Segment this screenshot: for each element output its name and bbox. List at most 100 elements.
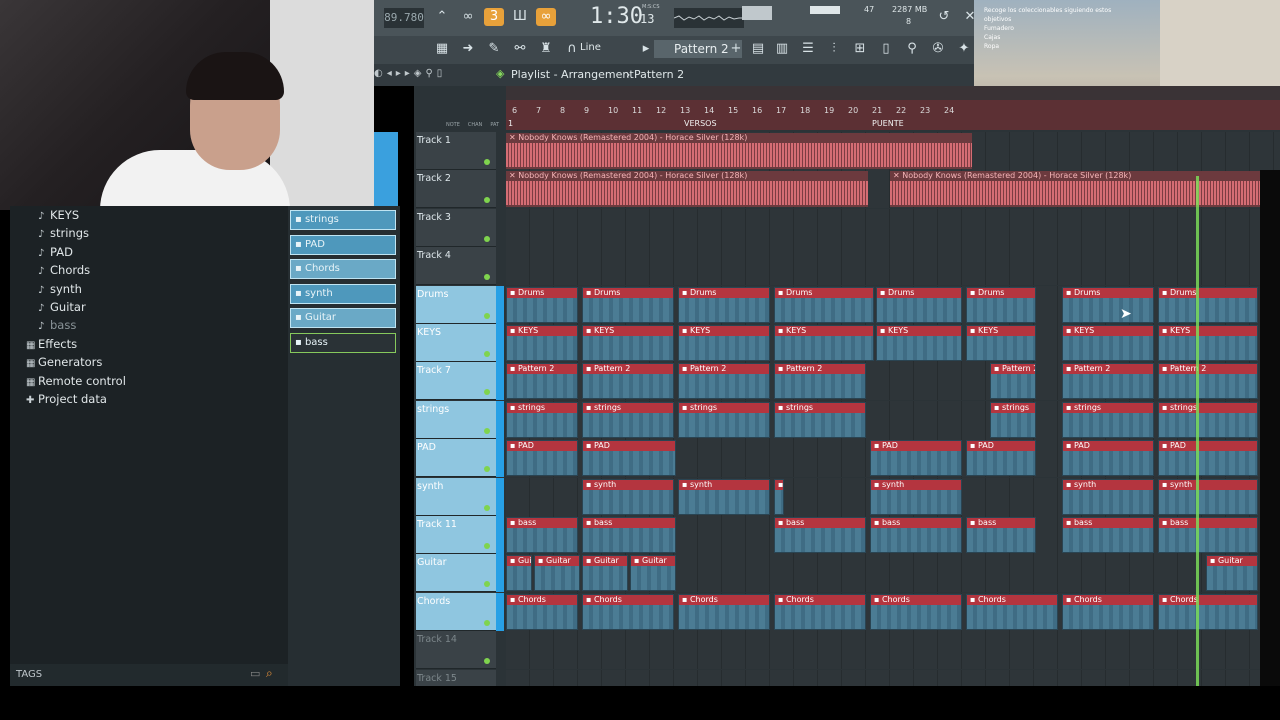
pattern-clip[interactable]: ▪ KEYS	[506, 325, 578, 361]
pattern-clip[interactable]: ▪ PAD	[506, 440, 578, 477]
track-enable-led[interactable]	[484, 197, 490, 204]
pattern-clip[interactable]: ▪ bass	[506, 517, 578, 553]
picker-item[interactable]: ▪ Guitar	[290, 308, 396, 329]
add-pattern-icon[interactable]: +	[726, 40, 746, 58]
pattern-clip[interactable]: ▪ synth	[1158, 478, 1258, 515]
link-icon[interactable]: ⚯	[510, 40, 530, 58]
pattern-clip[interactable]: ▪ bass	[1158, 517, 1258, 553]
picker-item[interactable]: ▪ PAD	[290, 234, 396, 255]
pattern-clip[interactable]: ▪ Pattern 2	[678, 363, 770, 400]
track-header[interactable]: synth	[416, 477, 496, 516]
pattern-clip[interactable]: ▪ KEYS	[582, 325, 674, 361]
track-lane[interactable]	[506, 208, 1280, 247]
timeline-ruler[interactable]: 6 7 8 9 10 11 12 13 14 15 16 17 18 19 20 21 22 23 24 1 VERSO…	[506, 86, 1280, 130]
track-lane[interactable]	[506, 631, 1280, 670]
playhead[interactable]	[1196, 176, 1199, 686]
pattern-clip[interactable]: ▪ bass	[966, 517, 1036, 553]
pattern-clip[interactable]: ▪ Drums	[876, 286, 962, 323]
pattern-clip[interactable]: ▪ Drums	[774, 286, 874, 323]
stamp-icon[interactable]: ♜	[536, 40, 556, 58]
track-header[interactable]: strings	[416, 400, 496, 439]
audio-clip[interactable]: ✕ Nobody Knows (Remastered 2004) - Horac…	[890, 171, 1272, 208]
pattern-clip[interactable]: ▪ Guitar	[534, 555, 580, 592]
track-lane[interactable]	[506, 669, 1280, 686]
pattern-clip[interactable]: ▪ Drums	[966, 286, 1036, 323]
wait-icon[interactable]: ∞	[458, 8, 478, 26]
pattern-clip[interactable]: ▪ strings	[1158, 401, 1258, 438]
metronome-icon[interactable]: ⌃	[432, 8, 452, 26]
pattern-clip[interactable]: ▪ synth	[582, 478, 674, 515]
pattern-clip[interactable]: ▪ Chords	[966, 593, 1058, 630]
track-enable-led[interactable]	[484, 427, 490, 434]
track-enable-led[interactable]	[484, 351, 490, 357]
track-enable-led[interactable]	[484, 235, 490, 242]
browser-item[interactable]: ▦ Remote control	[26, 374, 126, 392]
track-header[interactable]: Track 2	[416, 170, 496, 209]
pattern-clip[interactable]: ▪ Guitar	[582, 555, 628, 592]
browser-item[interactable]: ✚ Project data	[26, 392, 107, 410]
track-header[interactable]: KEYS	[416, 324, 496, 362]
pencil-icon[interactable]: ✎	[484, 40, 504, 58]
picker-item[interactable]: ▪ synth	[290, 283, 396, 304]
pattern-clip[interactable]: ▪ Pattern 2	[1158, 363, 1258, 400]
audio-clip[interactable]: ✕ Nobody Knows (Remastered 2004) - Horac…	[506, 133, 972, 169]
pattern-clip[interactable]: ▪ strings	[990, 401, 1036, 438]
browser-item[interactable]: ♪ bass	[38, 318, 76, 336]
pattern-clip[interactable]: ▪ Guitar	[630, 555, 676, 592]
track-header[interactable]: Track 11	[416, 516, 496, 554]
clipboard-icon[interactable]: ▯	[876, 40, 896, 58]
window-controls-icon[interactable]: ◐◂▸▸◈⚲▯	[374, 68, 446, 79]
playlist-view-icon[interactable]: ▦	[432, 40, 452, 58]
track-header[interactable]: Drums	[416, 285, 496, 324]
pattern-clip[interactable]: ▪ synth	[774, 478, 784, 515]
pattern-clip[interactable]: ▪ Pattern 2	[582, 363, 674, 400]
track-enable-led[interactable]	[484, 619, 490, 626]
pattern-clip[interactable]: ▪ bass	[774, 517, 866, 553]
picker-item[interactable]: ▪ Chords	[290, 259, 396, 280]
browser-item[interactable]: ♪ PAD	[38, 245, 73, 263]
browser-item[interactable]: ♪ strings	[38, 226, 89, 244]
pattern-clip[interactable]: ▪ Chords	[1158, 593, 1258, 630]
pattern-clip[interactable]: ▪ Drums	[1158, 286, 1258, 323]
track-enable-led[interactable]	[484, 466, 490, 473]
piano-roll-icon[interactable]: ▤	[748, 40, 768, 58]
track-header[interactable]: Track 4	[416, 247, 496, 286]
track-header[interactable]: Chords	[416, 592, 496, 631]
pattern-clip[interactable]: ▪ bass	[870, 517, 962, 553]
track-enable-led[interactable]	[484, 504, 490, 511]
track-enable-led[interactable]	[484, 543, 490, 549]
magnet-icon[interactable]: ∩	[562, 40, 582, 58]
browser-item[interactable]: ♪ Chords	[38, 263, 90, 281]
track-header[interactable]: Track 14	[416, 631, 496, 670]
pattern-clip[interactable]: ▪ Pattern 2	[506, 363, 578, 400]
pattern-clip[interactable]: ▪ Drums	[582, 286, 674, 323]
pattern-clip[interactable]: ▪ PAD	[870, 440, 962, 477]
folder-icon[interactable]: ▭	[250, 667, 260, 680]
pattern-clip[interactable]: ▪ synth	[870, 478, 962, 515]
track-header[interactable]: Track 3	[416, 208, 496, 247]
pattern-clip[interactable]: ▪ strings	[582, 401, 674, 438]
pattern-clip[interactable]: ▪ KEYS	[876, 325, 962, 361]
track-lane[interactable]	[506, 247, 1280, 286]
pattern-clip[interactable]: ▪ KEYS	[774, 325, 874, 361]
track-enable-led[interactable]	[484, 658, 490, 665]
tempo-display[interactable]: 89.780	[384, 8, 424, 28]
pattern-clip[interactable]: ▪ bass	[1062, 517, 1154, 553]
track-enable-led[interactable]	[484, 581, 490, 588]
track-header[interactable]: PAD	[416, 439, 496, 478]
track-enable-led[interactable]	[484, 389, 490, 396]
play-pattern-icon[interactable]: ◈	[496, 67, 504, 80]
browser-item[interactable]: ▦ Generators	[26, 355, 102, 373]
play-small-icon[interactable]: ▸	[636, 40, 656, 58]
pattern-clip[interactable]: ▪ Pattern 2	[990, 363, 1036, 400]
pattern-clip[interactable]: ▪ Chords	[870, 593, 962, 630]
pattern-clip[interactable]: ▪ Pattern 2	[774, 363, 866, 400]
track-enable-led[interactable]	[484, 274, 490, 281]
pattern-clip[interactable]: ▪ PAD	[966, 440, 1036, 477]
ruler-mode[interactable]: NOTE	[446, 122, 460, 128]
pattern-clip[interactable]: ▪ Drums	[678, 286, 770, 323]
pattern-clip[interactable]: ▪ Guitar	[506, 555, 532, 592]
mixer-icon[interactable]: ☰	[798, 40, 818, 58]
pattern-clip[interactable]: ▪ synth	[678, 478, 770, 515]
pattern-clip[interactable]: ▪ PAD	[582, 440, 676, 477]
